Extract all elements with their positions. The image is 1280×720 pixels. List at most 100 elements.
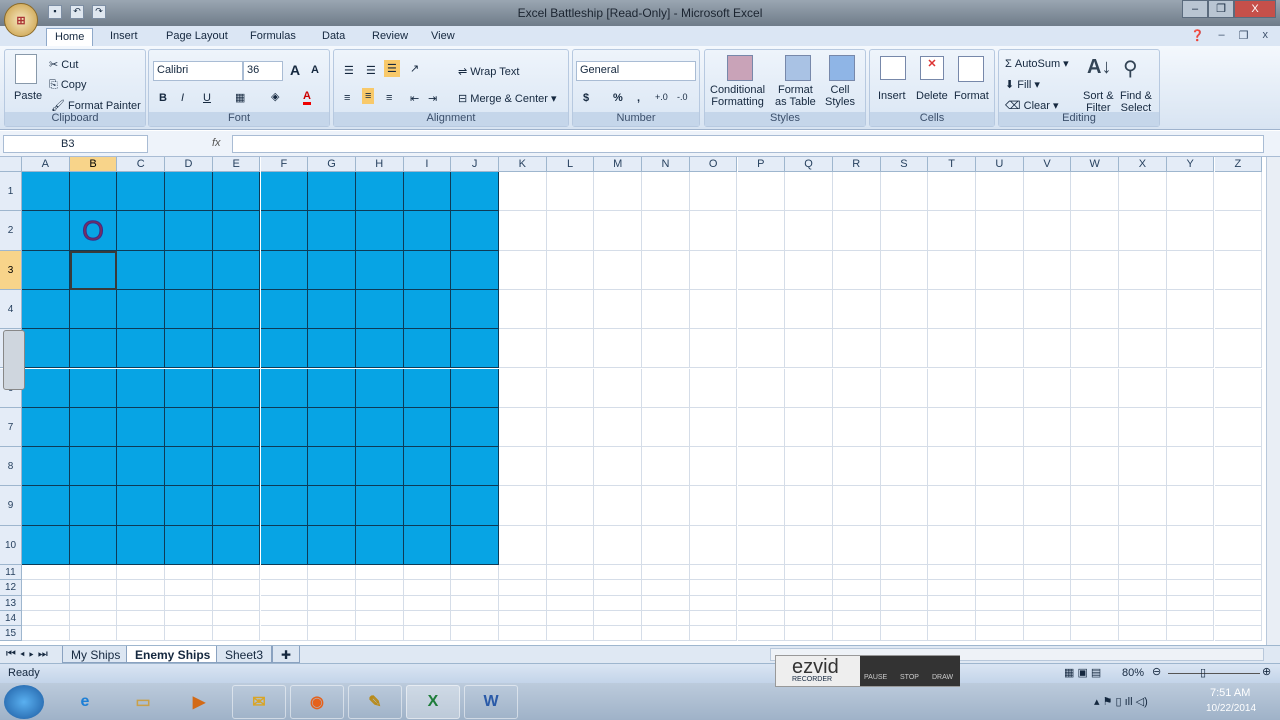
column-header-W[interactable]: W [1071, 157, 1120, 172]
cell-E12[interactable] [212, 580, 261, 596]
cell-C5[interactable] [117, 329, 166, 369]
cell-V13[interactable] [1023, 595, 1072, 611]
cell-A3[interactable] [22, 250, 70, 290]
cell-Y15[interactable] [1166, 626, 1215, 642]
cell-V7[interactable] [1023, 407, 1072, 448]
tray-icons[interactable]: ▴ ⚑ ▯ ıll ◁) [1094, 695, 1148, 708]
cell-I1[interactable] [403, 172, 452, 212]
cell-Y8[interactable] [1166, 447, 1215, 487]
cell-E14[interactable] [212, 610, 261, 627]
cell-H13[interactable] [355, 595, 404, 611]
cell-P12[interactable] [737, 580, 786, 596]
cell-O3[interactable] [689, 250, 738, 290]
cell-C13[interactable] [117, 595, 166, 611]
cell-D8[interactable] [165, 447, 213, 487]
cell-T5[interactable] [928, 329, 976, 369]
cell-G3[interactable] [308, 250, 356, 290]
cell-M12[interactable] [594, 580, 643, 596]
delete-button[interactable]: Delete [916, 90, 948, 102]
ezvid-draw-button[interactable]: DRAW [932, 674, 953, 681]
column-header-H[interactable]: H [355, 157, 404, 172]
cell-A8[interactable] [22, 447, 70, 487]
cell-S11[interactable] [880, 565, 929, 581]
cell-O10[interactable] [689, 525, 738, 565]
cell-I2[interactable] [403, 211, 452, 251]
cell-O6[interactable] [689, 368, 738, 408]
cell-L14[interactable] [546, 610, 595, 627]
cell-U4[interactable] [976, 289, 1024, 330]
cell-B12[interactable] [69, 580, 118, 596]
cell-L7[interactable] [546, 407, 595, 448]
cell-I7[interactable] [403, 407, 452, 448]
cell-D12[interactable] [165, 580, 213, 596]
cell-H2[interactable] [355, 211, 404, 251]
column-header-Z[interactable]: Z [1214, 157, 1263, 172]
cell-O7[interactable] [689, 407, 738, 448]
comma-button[interactable]: , [637, 92, 640, 104]
cell-I3[interactable] [403, 250, 452, 290]
cell-W6[interactable] [1071, 368, 1120, 408]
cell-K1[interactable] [499, 172, 547, 212]
cell-G7[interactable] [308, 407, 356, 448]
cell-J12[interactable] [451, 580, 499, 596]
fill-button[interactable]: ⬇ Fill ▾ [1005, 78, 1040, 91]
cell-I4[interactable] [403, 289, 452, 330]
cell-L15[interactable] [546, 626, 595, 642]
cell-Z13[interactable] [1214, 595, 1263, 611]
format-as-table-button[interactable]: Format as Table [775, 84, 816, 108]
sheet-tab-sheet3[interactable]: Sheet3 [216, 646, 273, 663]
cell-J4[interactable] [451, 289, 499, 330]
wrap-text-button[interactable]: ⇌ Wrap Text [458, 65, 519, 78]
cell-U12[interactable] [976, 580, 1024, 596]
zoom-slider[interactable] [1168, 673, 1260, 674]
taskbar-outlook-icon[interactable]: ✉ [232, 685, 286, 719]
cell-O8[interactable] [689, 447, 738, 487]
cell-J11[interactable] [451, 565, 499, 581]
cell-E7[interactable] [212, 407, 261, 448]
cell-V1[interactable] [1023, 172, 1072, 212]
cell-D2[interactable] [165, 211, 213, 251]
cell-X10[interactable] [1119, 525, 1167, 565]
cell-M7[interactable] [594, 407, 643, 448]
cell-I5[interactable] [403, 329, 452, 369]
cell-H10[interactable] [355, 525, 404, 565]
cell-W13[interactable] [1071, 595, 1120, 611]
insert-button[interactable]: Insert [878, 90, 906, 102]
cell-M11[interactable] [594, 565, 643, 581]
cell-M2[interactable] [594, 211, 643, 251]
cell-J13[interactable] [451, 595, 499, 611]
cell-F8[interactable] [260, 447, 309, 487]
cell-Z14[interactable] [1214, 610, 1263, 627]
cell-O1[interactable] [689, 172, 738, 212]
cell-F12[interactable] [260, 580, 309, 596]
cell-J14[interactable] [451, 610, 499, 627]
cell-Z4[interactable] [1214, 289, 1263, 330]
row-header-7[interactable]: 7 [0, 407, 22, 448]
column-header-R[interactable]: R [832, 157, 881, 172]
cell-X2[interactable] [1119, 211, 1167, 251]
percent-button[interactable]: % [613, 92, 623, 104]
cell-C1[interactable] [117, 172, 166, 212]
cell-P8[interactable] [737, 447, 786, 487]
decrease-indent-icon[interactable]: ⇤ [410, 92, 419, 105]
zoom-out-icon[interactable]: ⊖ [1152, 665, 1161, 678]
cell-N6[interactable] [642, 368, 690, 408]
cell-B15[interactable] [69, 626, 118, 642]
format-painter-button[interactable]: 🖌 Format Painter [51, 99, 141, 112]
taskbar-excel-icon[interactable]: X [406, 685, 460, 719]
cell-B5[interactable] [69, 329, 118, 369]
cell-S8[interactable] [880, 447, 929, 487]
cell-B13[interactable] [69, 595, 118, 611]
restore-button[interactable]: ❐ [1208, 0, 1234, 18]
font-name-select[interactable]: Calibri [153, 61, 243, 81]
zoom-slider-thumb[interactable]: ▯ [1200, 666, 1206, 679]
cell-L1[interactable] [546, 172, 595, 212]
cell-W10[interactable] [1071, 525, 1120, 565]
cell-J15[interactable] [451, 626, 499, 642]
column-header-G[interactable]: G [308, 157, 356, 172]
cell-Q1[interactable] [785, 172, 833, 212]
cell-Y13[interactable] [1166, 595, 1215, 611]
cell-G2[interactable] [308, 211, 356, 251]
cell-O12[interactable] [689, 580, 738, 596]
find-select-button[interactable]: Find & Select [1120, 90, 1152, 114]
